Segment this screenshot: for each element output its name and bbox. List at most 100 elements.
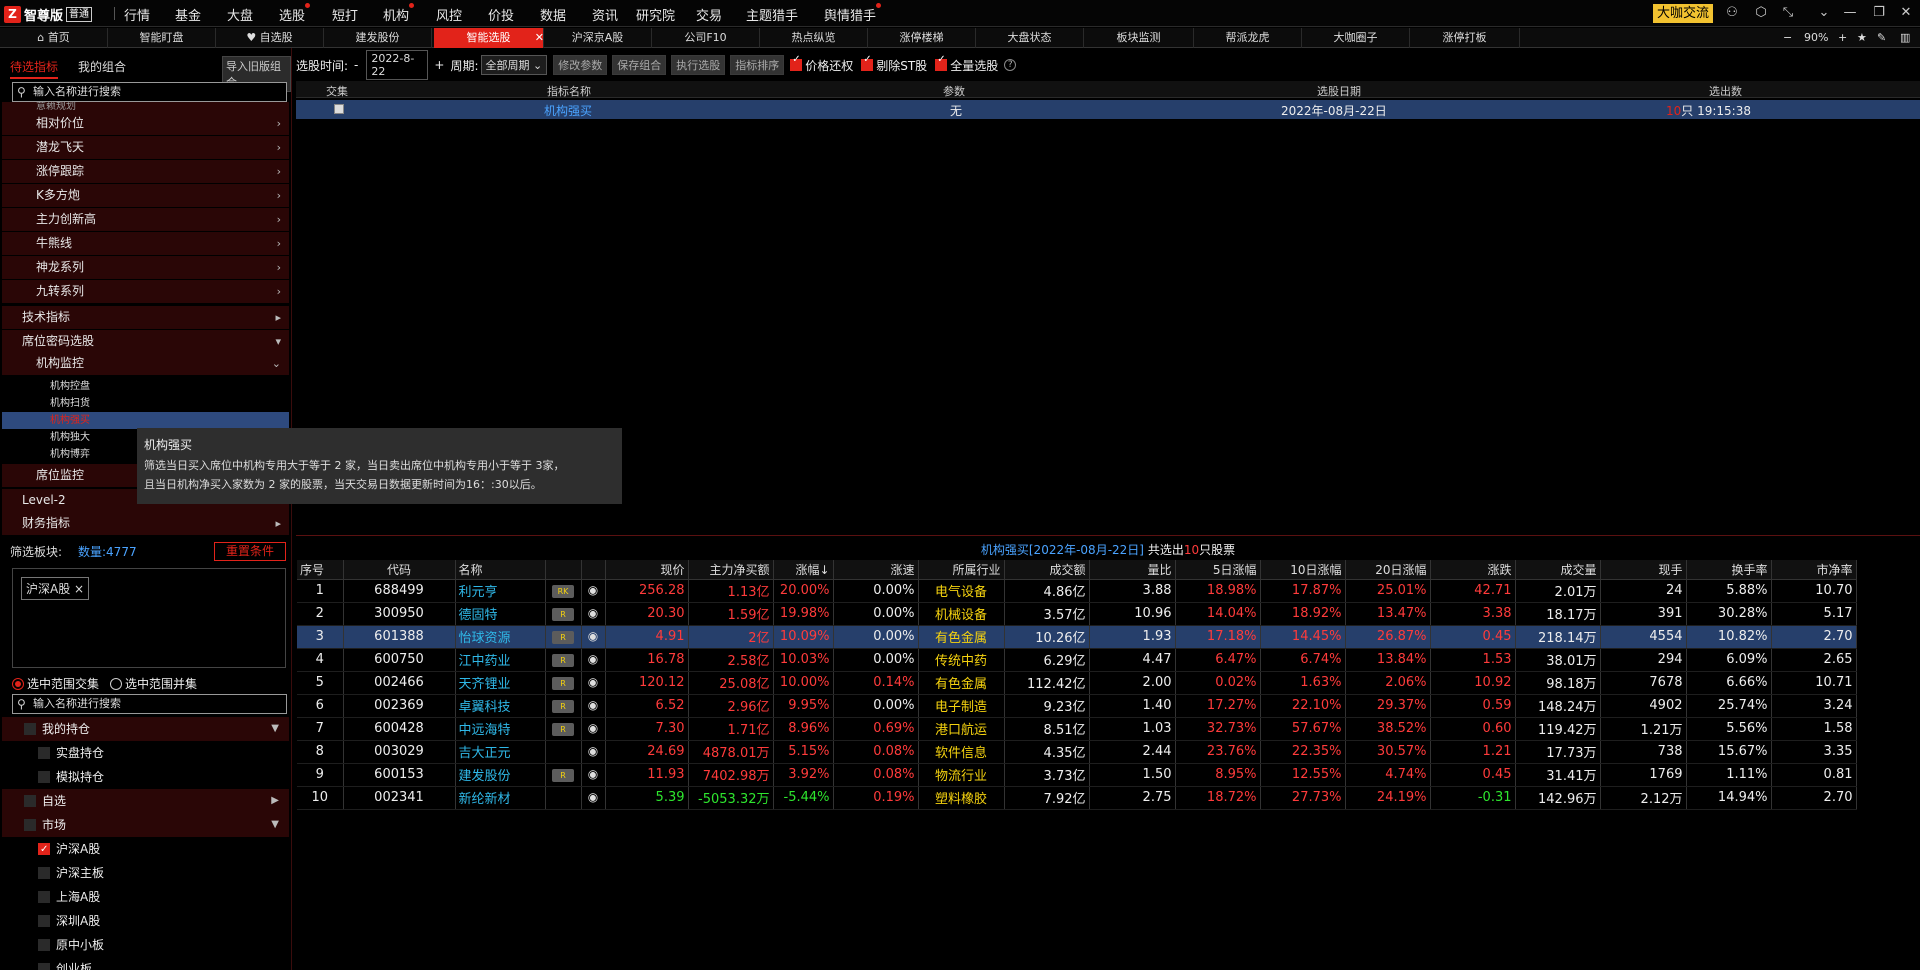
checkbox-checked[interactable] <box>38 838 50 862</box>
menu-yuqing[interactable]: 舆情猎手 <box>824 3 882 24</box>
cell-eye[interactable]: ◉ <box>581 763 606 787</box>
menu-jiatou[interactable]: 价投 <box>488 5 514 24</box>
col-pb[interactable]: 市净率 <box>1771 560 1857 580</box>
rating-badge[interactable]: R <box>552 608 574 621</box>
checkbox[interactable] <box>38 891 50 903</box>
tab-hs-a[interactable]: 沪深京A股 <box>544 28 652 48</box>
date-minus-button[interactable]: - <box>354 58 358 72</box>
table-row[interactable]: 1 688499 利元亨 RK ◉ 256.28 1.13亿 20.00% 0.00% 电气设备 4… <box>297 579 1857 603</box>
full-select-checkbox[interactable]: 全量选股 <box>935 54 998 74</box>
menu-jiaoyi[interactable]: 交易 <box>696 5 722 24</box>
col-hand[interactable]: 现手 <box>1600 560 1687 580</box>
menu-fengkong[interactable]: 风控 <box>436 5 462 24</box>
settings-icon[interactable]: ⬡ <box>1752 4 1770 22</box>
eye-icon[interactable]: ◉ <box>588 583 598 597</box>
cell-eye[interactable]: ◉ <box>581 579 606 603</box>
cell-eye[interactable]: ◉ <box>581 740 606 764</box>
col-industry[interactable]: 所属行业 <box>918 560 1005 580</box>
checkbox[interactable] <box>24 819 36 831</box>
cell-name[interactable]: 卓翼科技 <box>455 694 546 718</box>
table-row[interactable]: 5 002466 天齐锂业 R ◉ 120.12 25.08亿 10.00% 0.14% 有色金属… <box>297 671 1857 695</box>
layout-icon[interactable]: ▥ <box>1900 31 1910 44</box>
table-row[interactable]: 10 002341 新纶新材 ◉ 5.39 -5053.32万 -5.44% 0.19% 塑料橡… <box>297 786 1857 810</box>
checkbox[interactable] <box>38 939 50 951</box>
tab-home[interactable]: ⌂ 首页 <box>0 28 108 48</box>
tab-pending-indicators[interactable]: 待选指标 <box>10 58 59 79</box>
rating-badge[interactable]: R <box>552 631 574 644</box>
cell-eye[interactable]: ◉ <box>581 602 606 626</box>
market-item[interactable]: 沪深主板 <box>2 861 289 885</box>
menu-duanda[interactable]: 短打 <box>332 5 358 24</box>
table-row[interactable]: 6 002369 卓翼科技 R ◉ 6.52 2.96亿 9.95% 0.00% 电子制造 9.23… <box>297 694 1857 718</box>
menu-zhuti[interactable]: 主题猎手 <box>746 5 798 24</box>
group-my-holdings[interactable]: 我的持仓 ▼ <box>2 717 289 741</box>
indicator-name[interactable]: 机构强买 <box>544 102 592 119</box>
leaf-inst-strong-buy[interactable]: 机构强买 <box>2 412 289 429</box>
col-volume-ratio[interactable]: 量比 <box>1089 560 1176 580</box>
cell-name[interactable]: 建发股份 <box>455 763 546 787</box>
tab-hotspot[interactable]: 热点纵览 <box>760 28 868 48</box>
tree-item-relative-price[interactable]: 相对价位 › <box>2 112 289 135</box>
checkbox[interactable] <box>24 795 36 807</box>
tab-smart-select[interactable]: 智能选股 ✕ <box>434 28 544 48</box>
col-turnover[interactable]: 换手率 <box>1686 560 1772 580</box>
table-row[interactable]: 4 600750 江中药业 R ◉ 16.78 2.58亿 10.03% 0.00% 传统中药 6.… <box>297 648 1857 672</box>
menu-dapan[interactable]: 大盘 <box>227 5 253 24</box>
col-net-buy[interactable]: 主力净买额 <box>688 560 774 580</box>
close-icon[interactable]: ✕ <box>1897 4 1915 22</box>
eye-icon[interactable]: ◉ <box>588 744 598 758</box>
cell-eye[interactable]: ◉ <box>581 786 606 810</box>
col-diff[interactable]: 涨跌 <box>1430 560 1516 580</box>
date-field[interactable]: 2022-8-22 <box>366 50 429 80</box>
modify-params-button[interactable]: 修改参数 <box>553 55 608 75</box>
col-intersect[interactable]: 交集 <box>326 83 348 99</box>
group-watchlist[interactable]: 自选 ▶ <box>2 789 289 813</box>
help-icon[interactable]: ? <box>1004 59 1017 71</box>
table-row[interactable]: 8 003029 吉大正元 ◉ 24.69 4878.01万 5.15% 0.08% 软件信息 4… <box>297 740 1857 764</box>
rating-badge[interactable]: R <box>552 723 574 736</box>
cell-name[interactable]: 江中药业 <box>455 648 546 672</box>
tree-item-shenlong[interactable]: 神龙系列 › <box>2 256 289 279</box>
col-speed[interactable]: 涨速 <box>833 560 919 580</box>
leaf-inst-control[interactable]: 机构控盘 <box>2 378 289 395</box>
tab-watchlist[interactable]: ♥ 自选股 <box>216 28 324 48</box>
reset-conditions-button[interactable]: 重置条件 <box>214 542 286 561</box>
cell-name[interactable]: 天齐锂业 <box>455 671 546 695</box>
menu-hangqing[interactable]: 行情 <box>124 5 150 24</box>
tab-smart-watch[interactable]: 智能盯盘 <box>108 28 216 48</box>
col-20d[interactable]: 20日涨幅 <box>1345 560 1431 580</box>
col-code[interactable]: 代码 <box>343 560 456 580</box>
col-params[interactable]: 参数 <box>943 83 965 99</box>
cell-eye[interactable]: ◉ <box>581 648 606 672</box>
app-logo[interactable]: Z 智尊版 普通 <box>4 4 93 24</box>
leaf-inst-sweep[interactable]: 机构扫货 <box>2 395 289 412</box>
exclude-st-checkbox[interactable]: 剔除ST股 <box>861 54 927 74</box>
user-icon[interactable]: ⚇ <box>1723 4 1741 22</box>
cell-name[interactable]: 中远海特 <box>455 717 546 741</box>
col-select-date[interactable]: 选股日期 <box>1317 83 1361 99</box>
menu-yanjiuyuan[interactable]: 研究院 <box>636 5 675 24</box>
eye-icon[interactable]: ◉ <box>588 652 598 666</box>
tab-market-state[interactable]: 大盘状态 <box>976 28 1084 48</box>
col-5d[interactable]: 5日涨幅 <box>1175 560 1261 580</box>
table-row[interactable]: 3 601388 怡球资源 R ◉ 4.91 2亿 10.09% 0.00% 有色金属 10.26亿… <box>297 625 1857 649</box>
menu-zixun[interactable]: 资讯 <box>592 5 618 24</box>
period-select[interactable]: 全部周期 ⌄ <box>480 55 548 75</box>
col-eye[interactable] <box>581 560 606 580</box>
col-price[interactable]: 现价 <box>605 560 689 580</box>
board-search-input[interactable]: ⚲ 输入名称进行搜索 <box>12 694 287 714</box>
table-row[interactable]: 7 600428 中远海特 R ◉ 7.30 1.71亿 8.96% 0.69% 港口航运 8.51… <box>297 717 1857 741</box>
chip-close-icon[interactable]: × <box>74 582 84 596</box>
market-item[interactable]: 原中小板 <box>2 933 289 957</box>
checkbox[interactable] <box>24 723 36 735</box>
cell-eye[interactable]: ◉ <box>581 625 606 649</box>
tab-gang-dragon[interactable]: 帮派龙虎 <box>1194 28 1302 48</box>
eye-icon[interactable]: ◉ <box>588 698 598 712</box>
tree-item-main-high[interactable]: 主力创新高 › <box>2 208 289 231</box>
col-volume[interactable]: 成交量 <box>1515 560 1601 580</box>
eye-icon[interactable]: ◉ <box>588 767 598 781</box>
eye-icon[interactable]: ◉ <box>588 606 598 620</box>
tree-item-limit-track[interactable]: 涨停跟踪 › <box>2 160 289 183</box>
table-row[interactable]: 2 300950 德固特 R ◉ 20.30 1.59亿 19.98% 0.00% 机械设备 3.5… <box>297 602 1857 626</box>
rating-badge[interactable]: R <box>552 654 574 667</box>
